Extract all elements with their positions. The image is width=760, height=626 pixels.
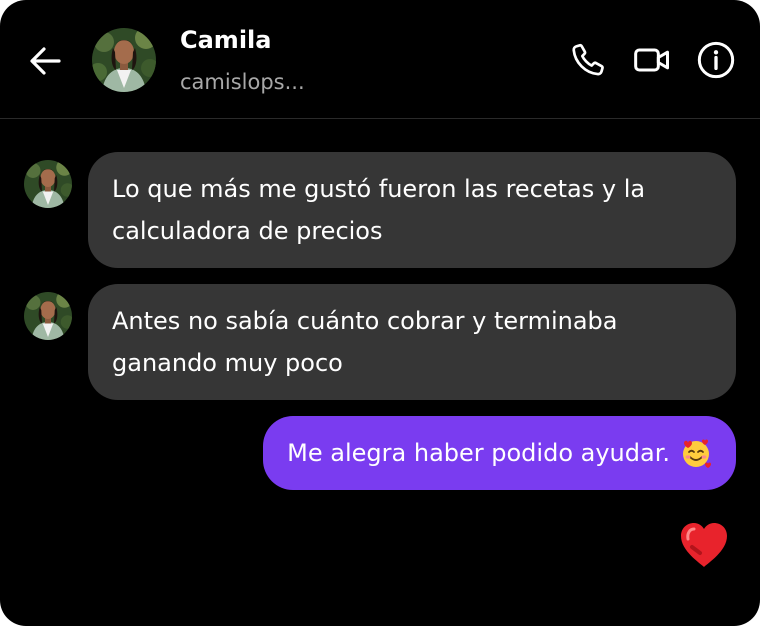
- sender-avatar[interactable]: [24, 292, 72, 340]
- message-text: Me alegra haber podido ayudar.: [287, 439, 670, 467]
- chat-window: Camila camislops... Lo que más me gustó …: [0, 0, 760, 626]
- smiling-face-with-hearts-emoji: [683, 439, 711, 468]
- chat-header: Camila camislops...: [0, 0, 760, 119]
- contact-avatar[interactable]: [92, 28, 156, 92]
- incoming-message-bubble[interactable]: Lo que más me gustó fueron las recetas y…: [88, 152, 736, 268]
- message-text: Antes no sabía cuánto cobrar y terminaba…: [112, 307, 618, 377]
- incoming-message-bubble[interactable]: Antes no sabía cuánto cobrar y terminaba…: [88, 284, 736, 400]
- contact-handle[interactable]: camislops...: [180, 70, 305, 94]
- message-text: Lo que más me gustó fueron las recetas y…: [112, 175, 646, 245]
- outgoing-message-bubble[interactable]: Me alegra haber podido ayudar.: [263, 416, 736, 490]
- phone-icon: [572, 43, 604, 76]
- back-arrow-icon: [30, 47, 61, 75]
- contact-name[interactable]: Camila: [180, 26, 271, 54]
- back-button[interactable]: [26, 42, 64, 80]
- video-call-button[interactable]: [632, 40, 672, 80]
- voice-call-button[interactable]: [568, 40, 608, 80]
- red-heart-icon[interactable]: [678, 521, 730, 569]
- sender-avatar[interactable]: [24, 160, 72, 208]
- info-icon: [697, 41, 735, 79]
- conversation-info-button[interactable]: [696, 40, 736, 80]
- video-camera-icon: [634, 48, 669, 72]
